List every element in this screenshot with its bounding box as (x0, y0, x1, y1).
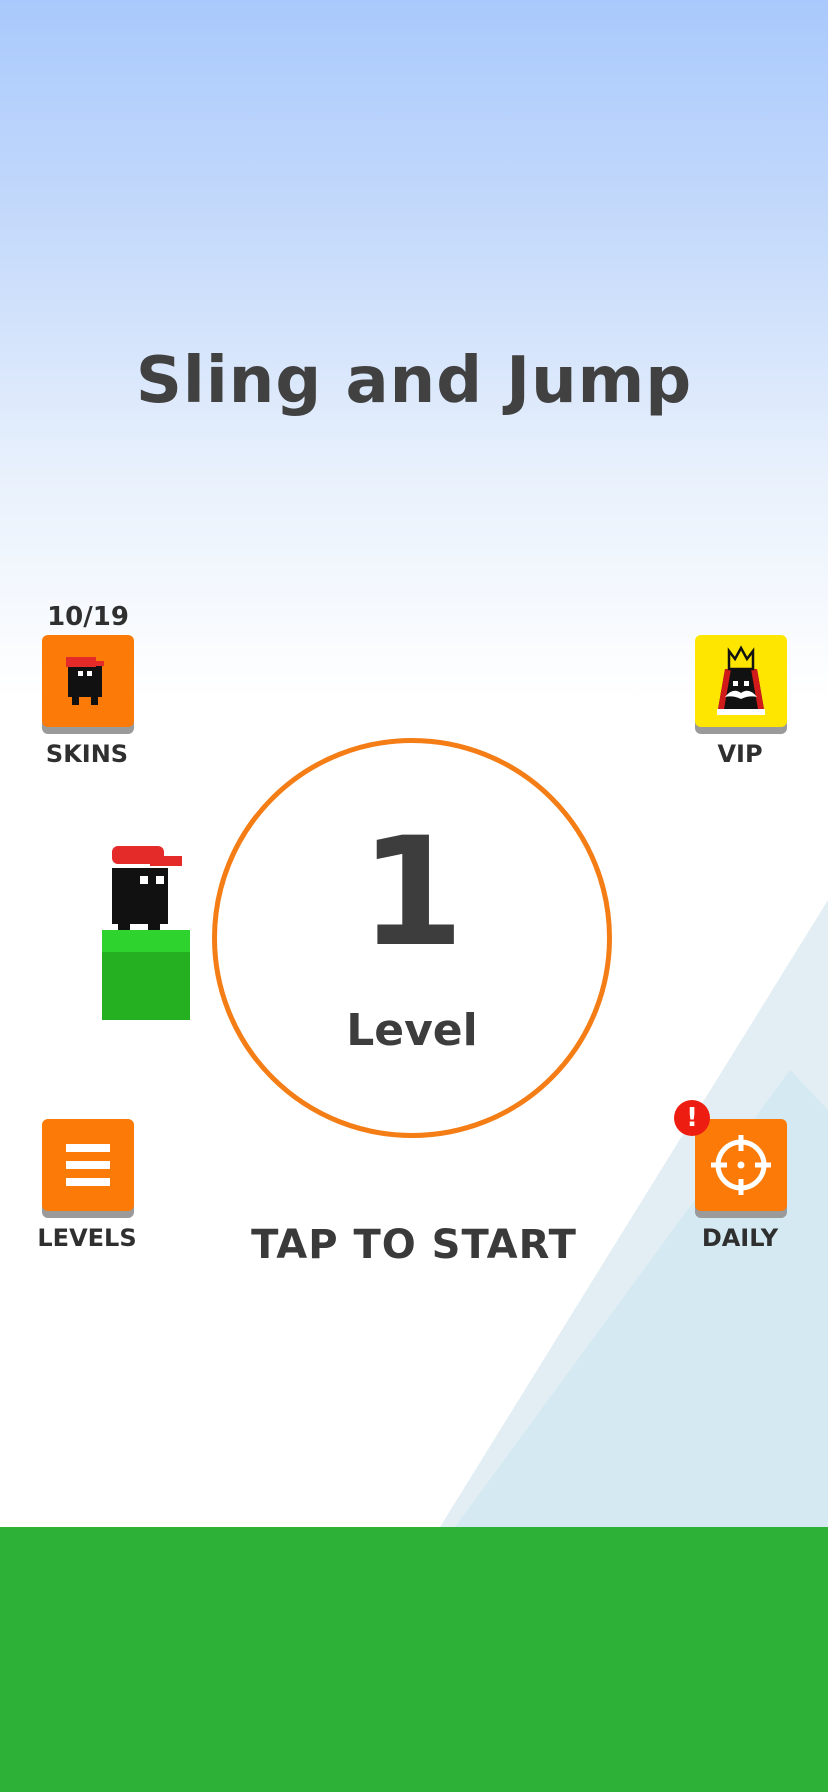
king-crown-icon (717, 645, 765, 715)
vip-label: VIP (717, 740, 763, 768)
level-number: 1 (359, 806, 465, 980)
player-character (102, 846, 190, 1020)
levels-button[interactable] (42, 1119, 134, 1211)
ninja-character-icon (66, 657, 104, 705)
crosshair-icon (711, 1135, 771, 1195)
ground (0, 1527, 828, 1792)
level-label: Level (346, 1005, 478, 1056)
skins-button[interactable] (42, 635, 134, 727)
tap-to-start-text[interactable]: TAP TO START (0, 1222, 828, 1268)
level-start-circle[interactable]: 1 Level (212, 738, 612, 1138)
game-title: Sling and Jump (135, 344, 693, 418)
skins-label: SKINS (45, 740, 129, 768)
daily-alert-badge: ! (674, 1100, 710, 1136)
vip-button[interactable] (695, 635, 787, 727)
menu-lines-icon (66, 1144, 110, 1186)
daily-button[interactable] (695, 1119, 787, 1211)
skins-count: 10/19 (47, 602, 129, 632)
